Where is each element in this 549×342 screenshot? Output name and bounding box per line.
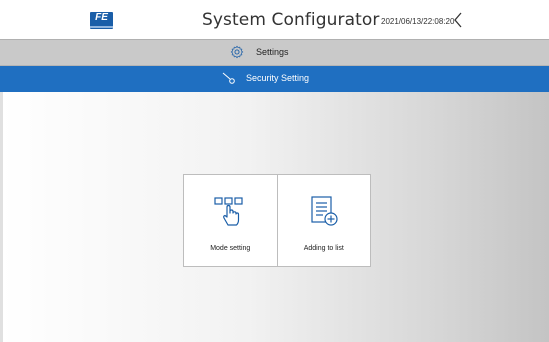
adding-to-list-tile[interactable]: Adding to list — [276, 175, 371, 266]
adding-to-list-label: Adding to list — [303, 245, 344, 252]
top-header: FE System Configurator 2021/06/13/22:08:… — [0, 0, 549, 39]
datetime-display: 2021/06/13/22:08:20 — [381, 17, 455, 26]
key-icon — [222, 72, 235, 84]
list-add-icon — [311, 196, 338, 226]
settings-breadcrumb-bar[interactable]: Settings — [0, 39, 549, 66]
gear-icon — [230, 45, 244, 59]
back-button[interactable] — [450, 10, 466, 30]
security-setting-label: Security Setting — [246, 73, 310, 83]
left-edge-divider — [0, 92, 3, 342]
mode-setting-tile[interactable]: Mode setting — [184, 175, 277, 266]
security-menu-tiles: Mode setting Adding to list — [183, 174, 371, 267]
logo-underline — [90, 26, 113, 28]
app-title: System Configurator — [202, 10, 380, 30]
security-setting-bar: Security Setting — [0, 66, 549, 92]
logo-text: FE — [95, 12, 108, 23]
hand-pointer-keys-icon — [214, 197, 243, 226]
settings-label: Settings — [256, 47, 289, 57]
brand-logo: FE — [90, 12, 113, 29]
mode-setting-label: Mode setting — [210, 245, 251, 252]
chevron-left-icon — [454, 12, 462, 28]
